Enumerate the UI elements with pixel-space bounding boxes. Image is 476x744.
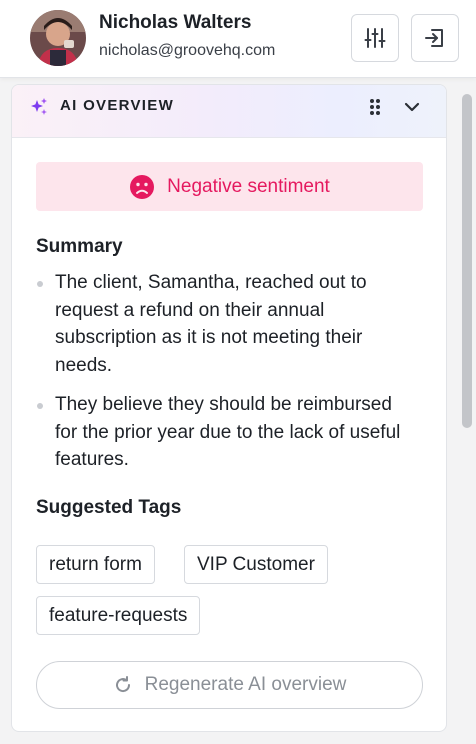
tag-feature-requests[interactable]: feature-requests: [36, 596, 201, 635]
user-name: Nicholas Walters: [99, 12, 252, 33]
ai-overview-header[interactable]: AI OVERVIEW: [12, 85, 446, 138]
summary-item: They believe they should be reimbursed f…: [36, 391, 416, 474]
chevron-down-icon[interactable]: [402, 97, 422, 117]
settings-button[interactable]: [351, 14, 399, 62]
app-header: Nicholas Walters nicholas@groovehq.com: [0, 0, 476, 78]
suggested-tags-heading: Suggested Tags: [36, 497, 182, 518]
logout-icon: [425, 29, 443, 47]
sparkle-icon: [31, 98, 47, 115]
summary-item: The client, Samantha, reached out to req…: [36, 269, 416, 379]
regenerate-button[interactable]: Regenerate AI overview: [36, 661, 423, 709]
summary-list: The client, Samantha, reached out to req…: [36, 269, 416, 486]
regenerate-label: Regenerate AI overview: [144, 674, 347, 695]
sliders-icon: [364, 28, 386, 48]
summary-heading: Summary: [36, 236, 123, 257]
sad-face-icon: [130, 174, 155, 199]
tag-return-form[interactable]: return form: [36, 545, 155, 584]
logout-button[interactable]: [411, 14, 459, 62]
card-title: AI OVERVIEW: [60, 97, 175, 114]
avatar[interactable]: [30, 10, 86, 66]
drag-handle-icon[interactable]: [367, 96, 383, 118]
sentiment-label: Negative sentiment: [167, 175, 330, 197]
user-email: nicholas@groovehq.com: [99, 42, 276, 59]
sentiment-banner: Negative sentiment: [36, 162, 423, 211]
ai-overview-card: AI OVERVIEW Negative sentiment Summary T…: [11, 84, 447, 732]
tag-vip-customer[interactable]: VIP Customer: [184, 545, 328, 584]
scrollbar-thumb[interactable]: [462, 94, 472, 428]
refresh-icon: [115, 676, 130, 693]
